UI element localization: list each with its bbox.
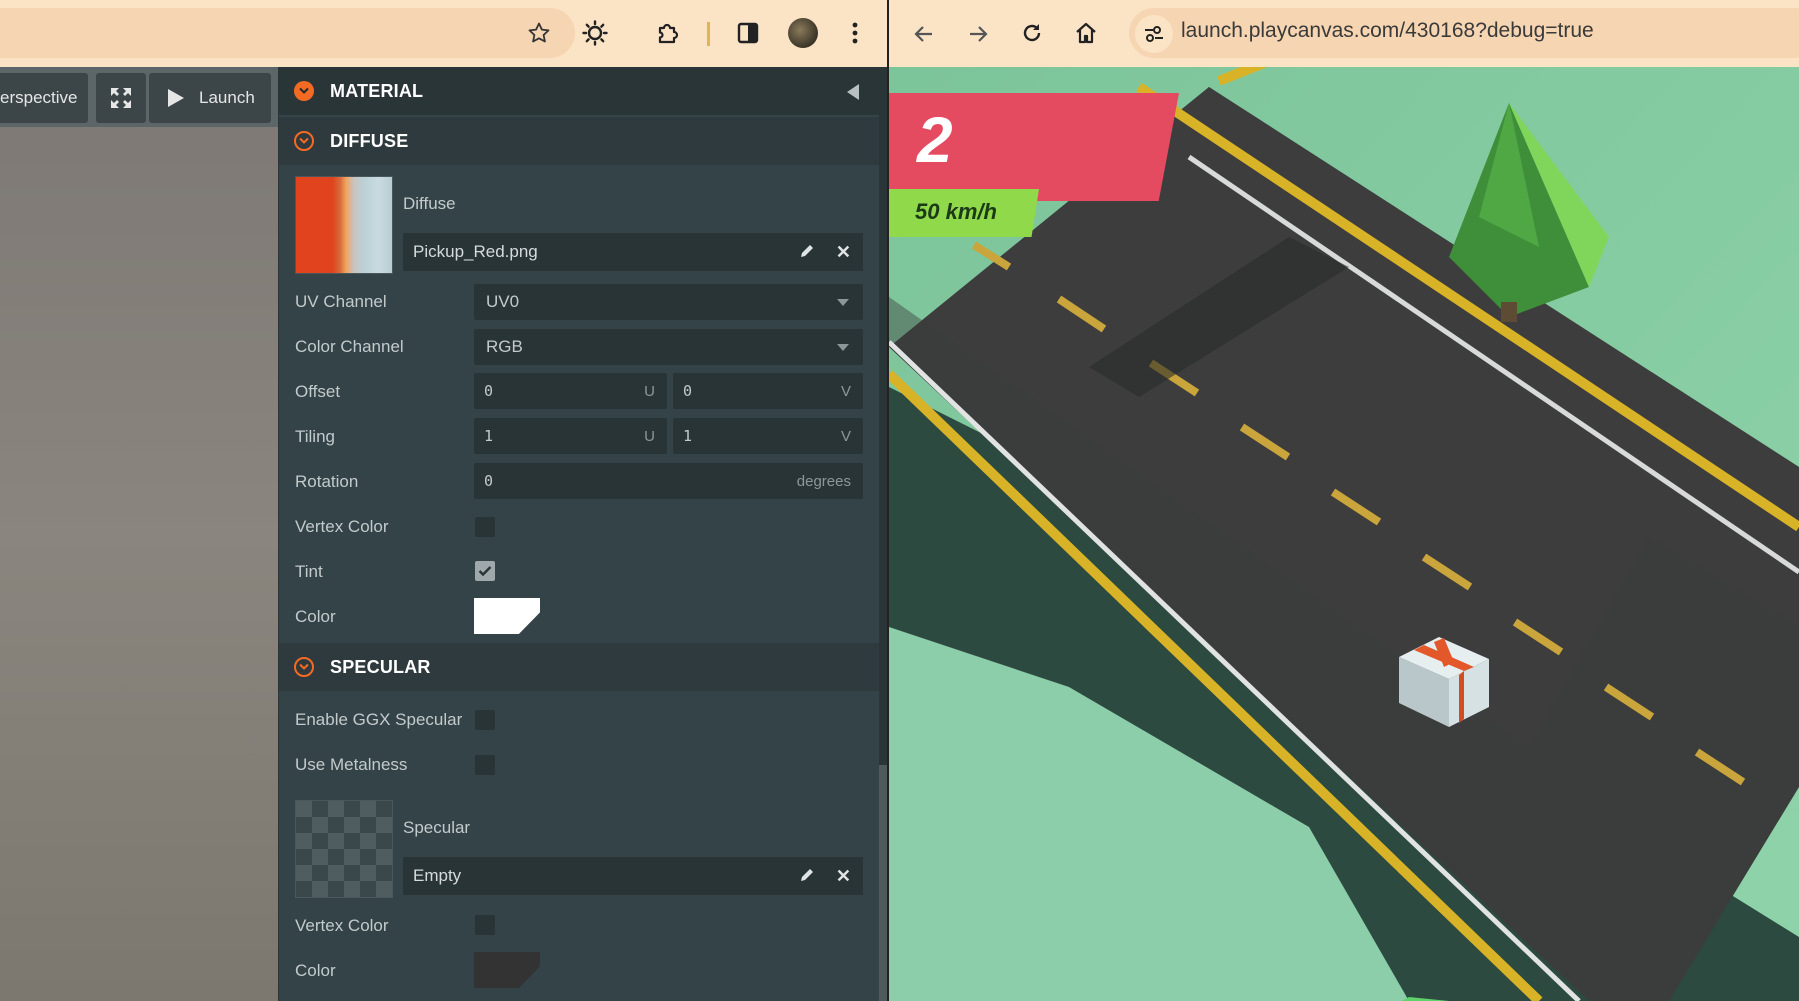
ggx-specular-label: Enable GGX Specular (295, 710, 463, 729)
specular-title: SPECULAR (330, 656, 431, 677)
editor-window: erspective Launch MATERIAL DIFFUSE Diffu… (0, 0, 889, 1001)
fullscreen-button[interactable] (96, 73, 146, 123)
rotation-input[interactable]: 0 degrees (474, 463, 863, 499)
collapse-panel-icon[interactable] (847, 84, 859, 100)
rotation-value: 0 (484, 472, 494, 490)
u-suffix: U (644, 427, 655, 445)
tiling-label: Tiling (295, 427, 335, 446)
rotation-label: Rotation (295, 472, 359, 491)
edit-icon[interactable] (799, 867, 815, 888)
score-value: 2 (917, 104, 953, 176)
scene-viewport[interactable] (0, 67, 278, 1001)
chevron-down-icon (837, 344, 849, 351)
vertex-color-checkbox[interactable] (475, 517, 495, 537)
tiling-v-input[interactable]: 1 V (673, 418, 863, 454)
v-suffix: V (840, 382, 851, 400)
material-header[interactable]: MATERIAL (279, 67, 879, 115)
specular-map-label: Specular (403, 818, 471, 837)
specular-vertex-color-checkbox[interactable] (475, 915, 495, 935)
screen: erspective Launch MATERIAL DIFFUSE Diffu… (0, 0, 1799, 1001)
offset-v-input[interactable]: 0 V (673, 373, 863, 409)
tiling-v-value: 1 (683, 427, 693, 445)
fullscreen-icon (111, 88, 131, 108)
ggx-specular-checkbox[interactable] (475, 710, 495, 730)
specular-asset-name: Empty (413, 866, 462, 885)
diffuse-title: DIFFUSE (330, 130, 409, 151)
clear-icon[interactable]: ✕ (836, 242, 851, 263)
game-window: launch.playcanvas.com/430168?debug=true (889, 0, 1799, 1001)
back-icon[interactable] (909, 19, 939, 49)
v-suffix: V (840, 427, 851, 445)
diffuse-asset-name: Pickup_Red.png (413, 242, 538, 261)
edit-icon[interactable] (799, 243, 815, 264)
tiling-u-value: 1 (484, 427, 494, 445)
launch-button[interactable]: Launch (149, 73, 271, 123)
specular-asset-field[interactable]: Empty ✕ (403, 857, 863, 895)
game-canvas[interactable]: 2 50 km/h (889, 67, 1799, 1001)
vertex-color-label: Vertex Color (295, 517, 389, 536)
extensions-icon[interactable] (652, 17, 684, 49)
site-settings-icon[interactable] (1135, 15, 1173, 53)
specular-texture-thumbnail[interactable] (295, 800, 393, 898)
browser-toolbar (0, 0, 889, 67)
specular-color-label: Color (295, 961, 336, 980)
color-channel-value: RGB (486, 337, 523, 356)
clear-icon[interactable]: ✕ (836, 866, 851, 887)
uv-channel-select[interactable]: UV0 (474, 284, 863, 320)
play-icon (168, 89, 184, 107)
offset-u-input[interactable]: 0 U (474, 373, 667, 409)
camera-dropdown[interactable]: erspective (0, 73, 88, 123)
collapse-icon[interactable] (294, 657, 314, 677)
tiling-u-input[interactable]: 1 U (474, 418, 667, 454)
tint-checkbox[interactable] (475, 561, 495, 581)
chevron-down-icon (837, 299, 849, 306)
specular-header[interactable]: SPECULAR (279, 643, 879, 691)
viewport-toolbar: erspective Launch (0, 67, 278, 127)
uv-channel-value: UV0 (486, 292, 520, 311)
uv-channel-label: UV Channel (295, 292, 387, 311)
diffuse-texture-thumbnail[interactable] (295, 176, 393, 274)
u-suffix: U (644, 382, 655, 400)
check-icon (478, 566, 492, 577)
collapse-icon[interactable] (294, 81, 314, 101)
sun-icon[interactable] (579, 17, 611, 49)
material-title: MATERIAL (330, 80, 424, 101)
profile-avatar[interactable] (788, 18, 818, 48)
diffuse-asset-field[interactable]: Pickup_Red.png ✕ (403, 233, 863, 271)
tint-label: Tint (295, 562, 323, 581)
more-vert-icon[interactable] (845, 18, 865, 48)
use-metalness-checkbox[interactable] (475, 755, 495, 775)
launch-label: Launch (199, 88, 255, 107)
browser-toolbar: launch.playcanvas.com/430168?debug=true (889, 0, 1799, 67)
offset-v-value: 0 (683, 382, 693, 400)
url-text: launch.playcanvas.com/430168?debug=true (1181, 19, 1594, 42)
reload-icon[interactable] (1017, 18, 1047, 48)
collapse-icon[interactable] (294, 131, 314, 151)
specular-vertex-color-label: Vertex Color (295, 916, 389, 935)
diffuse-map-label: Diffuse (403, 194, 456, 213)
offset-u-value: 0 (484, 382, 494, 400)
side-panel-icon[interactable] (733, 18, 763, 48)
home-icon[interactable] (1071, 18, 1101, 48)
forward-icon[interactable] (963, 19, 993, 49)
rotation-unit: degrees (796, 472, 851, 490)
address-bar[interactable] (0, 8, 575, 58)
use-metalness-label: Use Metalness (295, 755, 408, 774)
diffuse-color-label: Color (295, 607, 336, 626)
toolbar-divider (707, 22, 710, 46)
speed-value: 50 km/h (915, 199, 997, 224)
color-channel-label: Color Channel (295, 337, 404, 356)
camera-label: erspective (0, 88, 78, 107)
offset-label: Offset (295, 382, 341, 401)
diffuse-header[interactable]: DIFFUSE (279, 117, 879, 165)
color-channel-select[interactable]: RGB (474, 329, 863, 365)
star-icon[interactable] (524, 18, 554, 48)
